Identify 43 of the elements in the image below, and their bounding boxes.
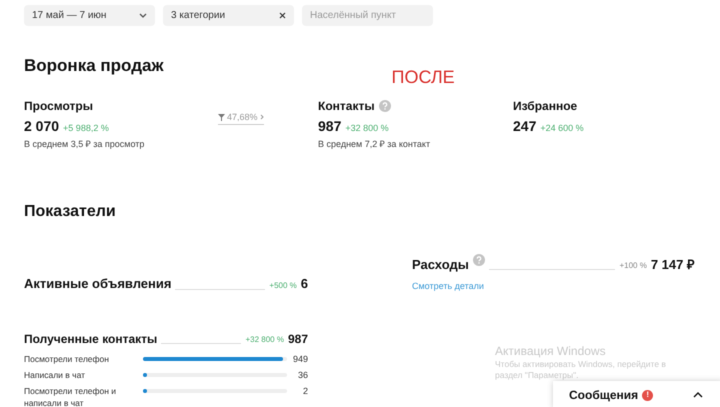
messages-button[interactable]: Сообщения ! — [553, 381, 720, 407]
contact-row-value: 36 — [296, 368, 308, 380]
section-title: Воронка продаж — [24, 55, 164, 77]
contact-row-label: Посмотрели телефон и написали в чат — [24, 384, 118, 407]
stamp-text: ПОСЛЕ — [392, 66, 455, 88]
indicator-value: 7 147 ₽ — [650, 256, 695, 274]
indicator-value: 6 — [300, 275, 308, 293]
metric-change: +24 600 % — [540, 122, 584, 134]
section-title: Показатели — [24, 203, 116, 220]
help-icon[interactable] — [472, 254, 485, 266]
indicator-label: Активные объявления — [24, 275, 172, 293]
notification-badge: ! — [642, 390, 654, 400]
metric-note: В среднем 3,5 ₽ за просмотр — [24, 138, 146, 151]
metric-value: 247 — [513, 116, 536, 136]
indicator-label: Полученные контакты — [24, 330, 158, 348]
metric-note: В среднем 7,2 ₽ за контакт — [318, 138, 432, 151]
metric-value: 987 — [318, 116, 342, 136]
indicator-value: 987 — [288, 330, 308, 348]
indicator-label: Расходы — [412, 256, 469, 274]
metric-change: +5 988,2 % — [63, 122, 109, 134]
metric-label: Контакты — [318, 98, 375, 114]
filter-icon — [218, 114, 225, 121]
close-icon[interactable] — [279, 12, 286, 19]
date-range-dropdown[interactable]: 17 май — 7 июн — [24, 5, 155, 26]
metric-label: Просмотры — [24, 98, 94, 114]
filter-value: 17 май — 7 июн — [32, 9, 106, 23]
contact-row-label: Написали в чат — [24, 368, 86, 380]
indicator-change: +32 800 % — [245, 334, 284, 346]
contact-row-label: Посмотрели телефон — [24, 352, 110, 364]
chevron-right-icon — [260, 114, 264, 120]
contact-row-value: 949 — [292, 352, 308, 364]
chevron-up-icon — [693, 392, 703, 398]
metric-label: Избранное — [513, 98, 578, 114]
location-placeholder: Населённый пункт — [310, 9, 396, 23]
metric-change: +32 800 % — [345, 122, 389, 134]
metric-value: 2 070 — [24, 116, 60, 136]
filter-value: 3 категории — [171, 9, 226, 23]
indicator-change: +100 % — [619, 260, 647, 272]
category-field[interactable]: 3 категории — [163, 5, 294, 26]
chevron-down-icon — [139, 13, 147, 18]
help-icon[interactable] — [378, 100, 391, 112]
contact-row-value: 2 — [302, 384, 308, 396]
indicator-change: +500 % — [269, 280, 297, 292]
